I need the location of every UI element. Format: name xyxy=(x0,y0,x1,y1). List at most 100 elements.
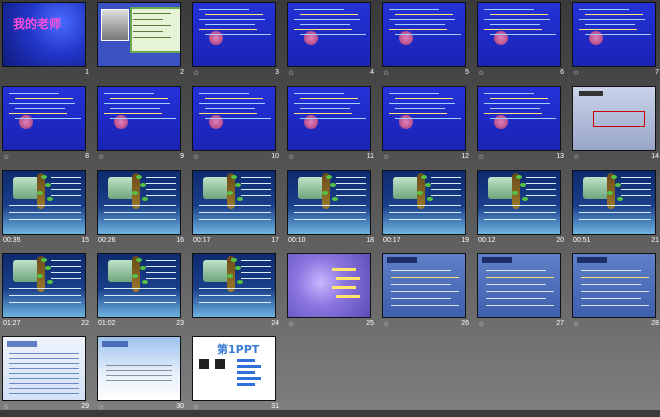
slide-thumbnail[interactable]: ☆ 8 xyxy=(0,84,95,167)
slide-preview[interactable] xyxy=(97,86,181,151)
text-line xyxy=(581,270,641,271)
slide-thumbnail[interactable]: 2 xyxy=(95,0,190,83)
text-line xyxy=(133,25,171,26)
slide-preview[interactable] xyxy=(97,336,181,401)
slide-preview[interactable] xyxy=(477,86,561,151)
slide-thumbnail[interactable]: ☆ 14 xyxy=(570,84,660,167)
slide-thumbnail[interactable]: ☆ 30 xyxy=(95,334,190,417)
slide-thumbnail[interactable]: 第1PPT ☆ 31 xyxy=(190,334,285,417)
slide-preview[interactable] xyxy=(287,2,371,67)
text-line xyxy=(9,383,79,384)
leaf-icon xyxy=(227,274,233,278)
slide-thumbnail[interactable]: ☆ 13 xyxy=(475,84,570,167)
heading-bar xyxy=(577,257,607,263)
slide-thumbnail[interactable]: 00:51 21 xyxy=(570,168,660,251)
text-line xyxy=(486,291,554,292)
slide-preview[interactable] xyxy=(2,253,86,318)
slide-thumbnail[interactable]: 24 xyxy=(190,251,285,334)
heading-bar xyxy=(579,91,603,96)
text-line xyxy=(199,103,265,104)
slide-number: 28 xyxy=(651,320,659,327)
transition-icon: ☆ xyxy=(383,321,390,328)
slide-timing: 00:26 xyxy=(98,237,116,244)
slide-thumbnail[interactable]: ☆ 12 xyxy=(380,84,475,167)
leaf-icon xyxy=(142,280,148,284)
slide-number: 3 xyxy=(275,69,279,76)
slide-title-text: 我的老师 xyxy=(13,17,62,31)
slide-preview[interactable]: 我的老师 xyxy=(2,2,86,67)
slide-thumbnail[interactable]: 00:17 17 xyxy=(190,168,285,251)
slide-thumbnail[interactable]: ☆ 25 xyxy=(285,251,380,334)
text-line xyxy=(395,98,453,99)
slide-preview[interactable] xyxy=(97,2,181,67)
text-line xyxy=(581,277,649,278)
slide-thumbnail[interactable]: ☆ 5 xyxy=(380,0,475,83)
slide-number: 17 xyxy=(271,237,279,244)
text-line xyxy=(389,19,455,20)
portrait-photo xyxy=(101,9,129,41)
text-line xyxy=(395,118,461,119)
slide-thumbnail[interactable]: ☆ 6 xyxy=(475,0,570,83)
slide-thumbnail[interactable]: ☆ 9 xyxy=(95,84,190,167)
slide-preview[interactable] xyxy=(477,253,561,318)
text-line xyxy=(490,118,556,119)
slide-thumbnail[interactable]: 00:17 19 xyxy=(380,168,475,251)
slide-thumbnail[interactable]: ☆ 10 xyxy=(190,84,285,167)
text-line xyxy=(241,272,271,273)
slide-preview[interactable] xyxy=(572,2,656,67)
slide-preview[interactable] xyxy=(192,170,276,235)
text-line xyxy=(294,19,360,20)
slide-thumbnail[interactable]: 00:35 15 xyxy=(0,168,95,251)
slide-preview[interactable] xyxy=(382,2,466,67)
slide-thumbnail[interactable]: ☆ 29 xyxy=(0,334,95,417)
slide-thumbnail[interactable]: 01:02 23 xyxy=(95,251,190,334)
text-line xyxy=(389,205,461,206)
slide-preview[interactable] xyxy=(382,170,466,235)
slide-preview[interactable] xyxy=(2,336,86,401)
slide-preview[interactable] xyxy=(572,170,656,235)
slide-preview[interactable] xyxy=(287,253,371,318)
slide-preview[interactable] xyxy=(287,170,371,235)
text-line xyxy=(9,288,81,289)
transition-icon: ☆ xyxy=(98,154,105,161)
text-line xyxy=(486,270,546,271)
text-line xyxy=(9,113,67,114)
illustration-image xyxy=(583,177,609,199)
leaf-icon xyxy=(611,175,617,179)
slide-preview[interactable] xyxy=(2,86,86,151)
slide-thumbnail[interactable]: 我的老师 1 xyxy=(0,0,95,83)
text-line xyxy=(104,302,176,303)
slide-preview[interactable] xyxy=(192,2,276,67)
slide-thumbnail[interactable]: 00:10 18 xyxy=(285,168,380,251)
slide-number: 2 xyxy=(180,69,184,76)
slide-preview[interactable] xyxy=(382,253,466,318)
text-line xyxy=(300,118,366,119)
slide-preview[interactable] xyxy=(97,170,181,235)
slide-preview[interactable] xyxy=(572,86,656,151)
slide-preview[interactable] xyxy=(192,86,276,151)
slide-thumbnail[interactable]: ☆ 11 xyxy=(285,84,380,167)
text-line xyxy=(294,103,360,104)
leaf-icon xyxy=(617,197,623,201)
text-line xyxy=(621,189,651,190)
slide-thumbnail[interactable]: ☆ 28 xyxy=(570,251,660,334)
highlight-line xyxy=(332,268,356,271)
slide-thumbnail[interactable]: ☆ 27 xyxy=(475,251,570,334)
slide-preview[interactable] xyxy=(572,253,656,318)
slide-preview[interactable] xyxy=(287,86,371,151)
slide-thumbnail[interactable]: ☆ 4 xyxy=(285,0,380,83)
slide-thumbnail[interactable]: 00:26 16 xyxy=(95,168,190,251)
slide-thumbnail[interactable]: 01:27 22 xyxy=(0,251,95,334)
slide-preview[interactable] xyxy=(2,170,86,235)
slide-preview[interactable] xyxy=(477,2,561,67)
slide-number: 7 xyxy=(655,69,659,76)
slide-preview[interactable] xyxy=(382,86,466,151)
slide-preview[interactable]: 第1PPT xyxy=(192,336,276,401)
slide-thumbnail[interactable]: ☆ 26 xyxy=(380,251,475,334)
slide-thumbnail[interactable]: ☆ 3 xyxy=(190,0,285,83)
slide-preview[interactable] xyxy=(192,253,276,318)
slide-thumbnail[interactable]: 00:12 20 xyxy=(475,168,570,251)
slide-thumbnail[interactable]: ☆ 7 xyxy=(570,0,660,83)
slide-preview[interactable] xyxy=(97,253,181,318)
slide-preview[interactable] xyxy=(477,170,561,235)
